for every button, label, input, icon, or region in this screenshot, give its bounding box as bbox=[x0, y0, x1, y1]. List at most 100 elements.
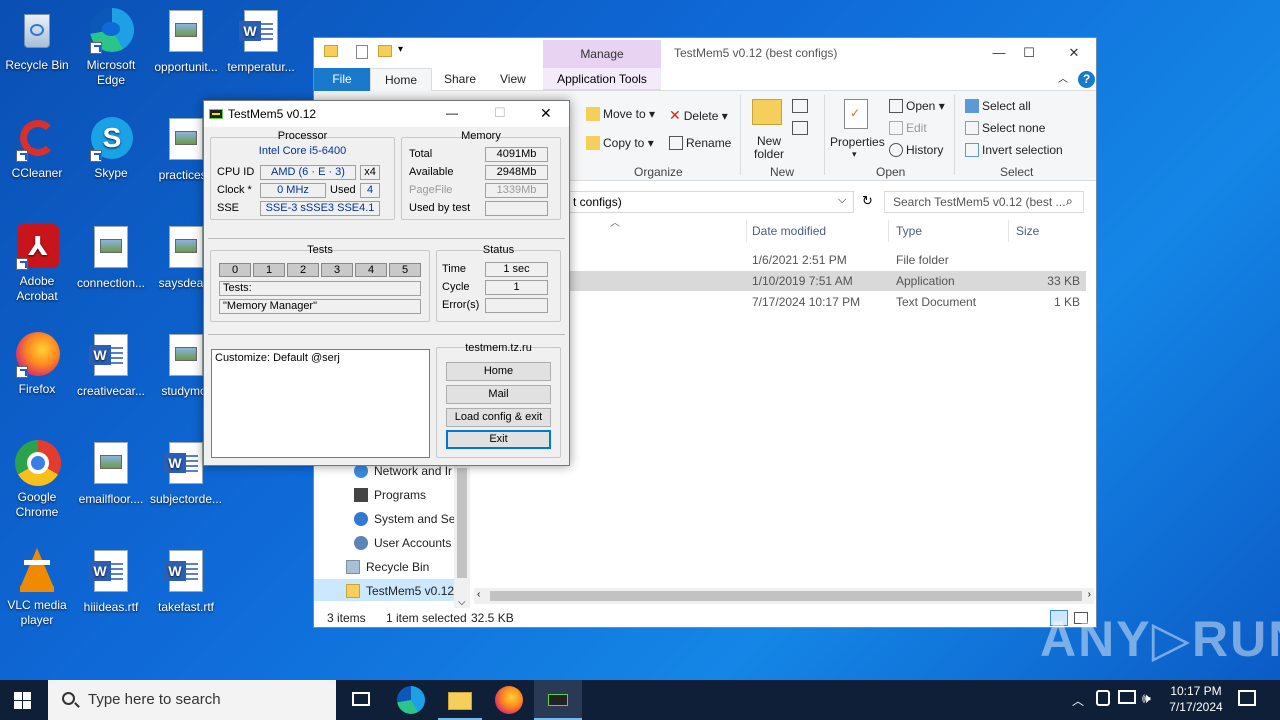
file-explorer-taskbar-icon[interactable] bbox=[438, 686, 482, 720]
close-icon[interactable]: ✕ bbox=[540, 105, 552, 122]
tab-view[interactable]: View bbox=[486, 68, 540, 91]
tab-home[interactable]: Home bbox=[370, 68, 433, 91]
edit-button[interactable]: Edit bbox=[889, 121, 927, 135]
windows-start-icon[interactable] bbox=[14, 692, 32, 710]
address-bar[interactable]: t configs) bbox=[564, 191, 854, 213]
tab-manage[interactable]: Manage bbox=[543, 40, 661, 68]
test-indicator: 3 bbox=[321, 263, 353, 277]
desktop-icon-takefast[interactable]: W takefast.rtf bbox=[147, 548, 225, 615]
nav-item-programs[interactable]: Programs bbox=[354, 488, 426, 502]
quick-access-dropdown-icon[interactable]: ▾ bbox=[398, 44, 403, 55]
search-input[interactable]: Search TestMem5 v0.12 (best ... bbox=[884, 191, 1084, 213]
group-select: Select bbox=[1000, 165, 1034, 179]
notifications-icon[interactable] bbox=[1238, 690, 1256, 706]
exit-button[interactable]: Exit bbox=[446, 430, 551, 449]
file-row[interactable]: 1/6/2021 2:51 PM File folder bbox=[564, 250, 1086, 270]
minimize-icon[interactable]: — bbox=[446, 106, 458, 120]
close-icon[interactable]: ✕ bbox=[1059, 42, 1089, 64]
collapse-ribbon-icon[interactable]: ︿ bbox=[1058, 68, 1068, 91]
desktop-icon-temperatur[interactable]: W temperatur... bbox=[222, 8, 300, 75]
home-button[interactable]: Home bbox=[446, 362, 551, 381]
nav-item-recycle-bin[interactable]: Recycle Bin bbox=[346, 560, 429, 574]
column-size[interactable]: Size bbox=[1016, 224, 1039, 238]
desktop-icon-hiiideas[interactable]: W hiiideas.rtf bbox=[72, 548, 150, 615]
group-new: New bbox=[770, 165, 795, 179]
select-none-button[interactable]: Select none bbox=[965, 121, 1045, 135]
status-time-value: 1 sec bbox=[485, 262, 548, 277]
network-icon[interactable] bbox=[1118, 690, 1136, 704]
status-heading: Status bbox=[482, 244, 515, 256]
move-to-button[interactable]: Move to ▾ bbox=[586, 107, 655, 121]
tab-application-tools[interactable]: Application Tools bbox=[543, 68, 661, 90]
volume-icon[interactable]: 🕪 bbox=[1142, 690, 1151, 707]
load-config-exit-button[interactable]: Load config & exit bbox=[446, 408, 551, 427]
taskbar-search-input[interactable]: Type here to search bbox=[48, 680, 336, 720]
desktop-icon-vlc[interactable]: VLC media player bbox=[0, 548, 76, 628]
testmem-title: TestMem5 v0.12 bbox=[228, 107, 317, 121]
select-all-button[interactable]: Select all bbox=[965, 99, 1031, 113]
desktop-icon-firefox[interactable]: Firefox bbox=[0, 332, 76, 397]
minimize-icon[interactable]: — bbox=[984, 42, 1014, 64]
desktop-icon-connection[interactable]: connection... bbox=[72, 224, 150, 291]
edge-icon bbox=[88, 8, 134, 54]
desktop-icon-recycle-bin[interactable]: Recycle Bin bbox=[0, 8, 76, 73]
rename-button[interactable]: Rename bbox=[669, 136, 731, 150]
maximize-icon[interactable]: ☐ bbox=[1014, 42, 1044, 64]
group-organize: Organize bbox=[634, 165, 683, 179]
file-row[interactable]: 7/17/2024 10:17 PM Text Document 1 KB bbox=[564, 292, 1086, 312]
programs-icon bbox=[354, 488, 368, 502]
memory-chip-icon bbox=[209, 109, 223, 119]
history-button[interactable]: History bbox=[889, 143, 943, 157]
properties-dropdown-icon[interactable]: ▾ bbox=[852, 149, 857, 160]
desktop-icon-microsoft-edge[interactable]: Microsoft Edge bbox=[72, 8, 150, 88]
battery-icon[interactable] bbox=[1096, 690, 1110, 706]
column-type[interactable]: Type bbox=[896, 224, 922, 238]
desktop-icon-adobe-acrobat[interactable]: ⅄ Adobe Acrobat bbox=[0, 224, 76, 304]
address-dropdown-icon[interactable]: ⌵ bbox=[838, 194, 846, 207]
tab-share[interactable]: Share bbox=[430, 68, 490, 91]
refresh-icon[interactable]: ↻ bbox=[862, 193, 873, 209]
explorer-title-bar[interactable]: ▾ Manage TestMem5 v0.12 (best configs) —… bbox=[314, 38, 1096, 68]
tray-overflow-icon[interactable]: ︿ bbox=[1072, 692, 1084, 709]
image-file-icon bbox=[88, 442, 134, 488]
column-date-modified[interactable]: Date modified bbox=[752, 224, 826, 238]
desktop-icon-skype[interactable]: S Skype bbox=[72, 116, 150, 181]
testmem-title-bar[interactable]: TestMem5 v0.12 — ☐ ✕ bbox=[204, 101, 569, 127]
new-item-icon[interactable] bbox=[792, 99, 808, 113]
task-view-icon[interactable] bbox=[348, 686, 376, 714]
horizontal-scrollbar[interactable]: ‹ › bbox=[474, 588, 1094, 604]
desktop-icon-creativecar[interactable]: W creativecar... bbox=[72, 332, 150, 399]
desktop-icon-ccleaner[interactable]: CCleaner bbox=[0, 116, 76, 181]
properties-quick-icon[interactable] bbox=[356, 45, 368, 59]
copy-to-button[interactable]: Copy to ▾ bbox=[586, 136, 654, 150]
testmem-taskbar-button[interactable] bbox=[534, 680, 582, 720]
tab-file[interactable]: File bbox=[314, 68, 370, 91]
nav-item-network[interactable]: Network and Ir bbox=[354, 464, 452, 478]
nav-item-testmem[interactable]: TestMem5 v0.12 bbox=[346, 584, 454, 598]
nav-item-user-accounts[interactable]: User Accounts bbox=[354, 536, 451, 550]
file-row-selected[interactable]: 1/10/2019 7:51 AM Application 33 KB bbox=[564, 271, 1086, 291]
easy-access-icon[interactable] bbox=[792, 121, 808, 135]
log-textarea[interactable]: Customize: Default @serj bbox=[211, 349, 430, 458]
invert-selection-button[interactable]: Invert selection bbox=[965, 143, 1063, 157]
firefox-taskbar-icon[interactable] bbox=[495, 686, 523, 714]
nav-item-system-security[interactable]: System and Sec bbox=[354, 512, 461, 526]
folder-icon bbox=[324, 45, 338, 57]
desktop-icon-google-chrome[interactable]: Google Chrome bbox=[0, 440, 76, 520]
clock[interactable]: 10:17 PM 7/17/2024 bbox=[1166, 683, 1226, 715]
edge-taskbar-icon[interactable] bbox=[397, 686, 425, 714]
desktop-icon-emailfloor[interactable]: emailfloor.... bbox=[72, 440, 150, 507]
open-button[interactable]: Open ▾ bbox=[889, 99, 945, 113]
delete-button[interactable]: ✕ Delete ▾ bbox=[669, 107, 728, 124]
mail-button[interactable]: Mail bbox=[446, 385, 551, 404]
nav-vertical-scrollbar[interactable]: ⌵ bbox=[454, 458, 470, 608]
vlc-icon bbox=[14, 548, 60, 594]
help-icon[interactable]: ? bbox=[1078, 71, 1095, 88]
properties-button[interactable]: Properties bbox=[830, 135, 885, 149]
new-folder-button[interactable]: New folder bbox=[754, 135, 784, 161]
clock-date: 7/17/2024 bbox=[1169, 700, 1223, 714]
acrobat-icon: ⅄ bbox=[14, 224, 60, 270]
testmem-window: TestMem5 v0.12 — ☐ ✕ Processor Intel Cor… bbox=[203, 100, 570, 466]
desktop-icon-opportunit[interactable]: opportunit... bbox=[147, 8, 225, 75]
new-folder-quick-icon[interactable] bbox=[378, 45, 392, 57]
